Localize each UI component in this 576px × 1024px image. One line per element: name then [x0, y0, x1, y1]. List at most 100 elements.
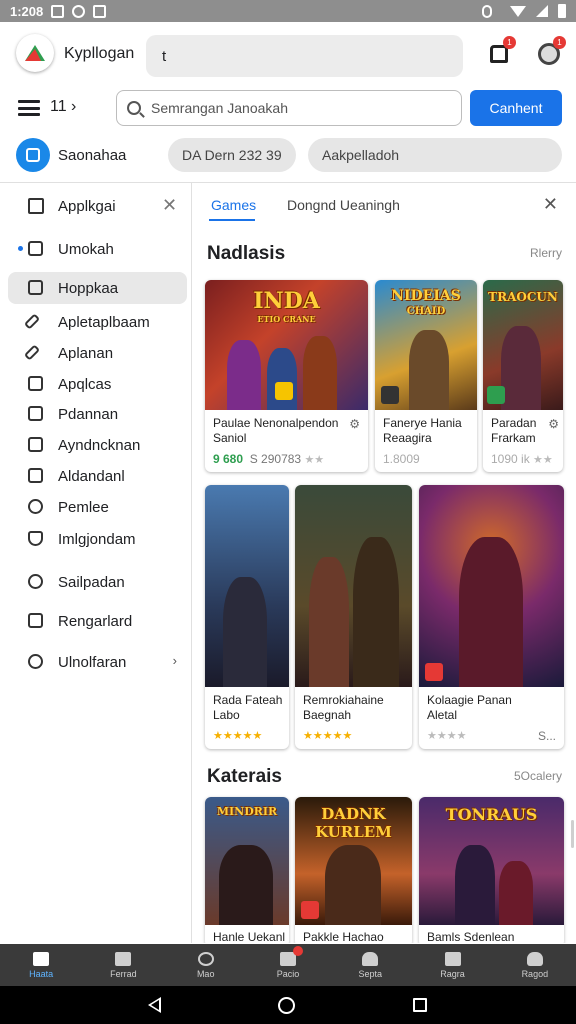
notifications-button[interactable]: 1 [484, 36, 516, 69]
sidebar-item-4[interactable]: Apqlcas [8, 368, 187, 400]
game-title: Bamls Sdenlean [427, 930, 515, 943]
nav-label: Pacio [276, 968, 300, 979]
sidebar-item-8[interactable]: Pemlee [8, 491, 187, 523]
app-title: Kypllogan [64, 45, 135, 62]
library-icon [115, 951, 132, 966]
nav-cloud[interactable]: Septa [329, 944, 411, 986]
close-icon[interactable]: ✕ [162, 195, 177, 216]
tab-games[interactable]: Games [211, 197, 256, 213]
sidebar-item-label: Pdannan [58, 406, 119, 423]
sidebar-item-1[interactable]: Hoppkaa [8, 272, 187, 304]
nav-chat[interactable]: Mao [165, 944, 247, 986]
game-art: TRAOCUN [483, 280, 563, 410]
character-figure [219, 845, 273, 925]
sidebar-item-2[interactable]: Apletaplbaam [8, 306, 187, 338]
game-card[interactable]: NIDEIAS CHAID Fanerye Hania Reaagira 1.8… [375, 280, 477, 472]
sidebar-item-6[interactable]: Ayndncknan [8, 429, 187, 461]
art-subtitle: ETIO CRANE [257, 314, 316, 324]
sidebar-item-10[interactable]: Sailpadan [8, 566, 187, 598]
tab-other[interactable]: Dongnd Ueaningh [287, 197, 400, 213]
box-icon [28, 406, 43, 421]
download-count: 1090 ik [491, 452, 530, 466]
filter-chip-1[interactable]: DA Dern 232 39 [168, 138, 296, 172]
character-figure [325, 845, 381, 925]
nav-profile[interactable]: Ragod [494, 944, 576, 986]
nav-house[interactable]: Pacio [247, 944, 329, 986]
app-logo[interactable] [16, 34, 54, 72]
rating-stars: ★★★★ [427, 730, 467, 742]
status-bar: 1:208 [0, 0, 576, 22]
game-card[interactable]: TONRAUS Bamls Sdenlean [419, 797, 564, 943]
game-art: TONRAUS [419, 797, 564, 925]
section-title-1: Nadlasis [207, 243, 286, 264]
section-more-1[interactable]: Rlerry [530, 246, 562, 260]
account-avatar[interactable] [16, 138, 50, 172]
tab-bar: Games Dongnd Ueaningh ✕ [193, 183, 576, 229]
home-button-icon[interactable] [278, 997, 295, 1014]
game-subtitle: Frarkam [491, 431, 536, 445]
edit-icon [28, 437, 43, 452]
person-icon [526, 951, 543, 966]
game-title: Hanle Uekanl [213, 930, 286, 943]
sidebar-item-label: Apletaplbaam [58, 314, 150, 331]
shield-icon [28, 531, 43, 546]
close-icon[interactable]: ✕ [543, 194, 558, 215]
filter-chip-2[interactable]: Aakpelladoh [308, 138, 562, 172]
nav-document[interactable]: Ragra [411, 944, 493, 986]
game-title: Fanerye Hania [383, 416, 462, 430]
nav-library[interactable]: Ferrad [82, 944, 164, 986]
pencil-icon [23, 313, 41, 330]
nav-label: Haata [29, 968, 54, 979]
gear-icon[interactable]: ⚙ [349, 417, 360, 431]
cloud-icon [362, 951, 379, 966]
game-card[interactable]: Rada Fateah Labo ★★★★★ [205, 485, 289, 749]
sidebar-item-5[interactable]: Pdannan [8, 398, 187, 430]
game-art [419, 485, 564, 687]
search-toolbar: 11 › Semrangan Janoakah Canhent [0, 88, 576, 128]
sidebar-item-7[interactable]: Aldandanl [8, 460, 187, 492]
section-more-3[interactable]: 5Ocalery [514, 769, 562, 783]
bottom-navigation: Haata Ferrad Mao Pacio Septa Ragra Ragod [0, 944, 576, 986]
nav-label: Ragra [440, 968, 465, 979]
sidebar-item-label: Pemlee [58, 499, 109, 516]
game-card[interactable]: TRAOCUN Paradan Frarkam ⚙ 1090 ik ★★ [483, 280, 563, 472]
sidebar-item-11[interactable]: Rengarlard [8, 605, 187, 637]
top-search-field[interactable]: t [146, 35, 463, 77]
scrollbar[interactable] [571, 820, 574, 848]
game-card[interactable]: INDA ETIO CRANE Paulae Nenonalpendon San… [205, 280, 368, 472]
profile-badge: 1 [553, 36, 566, 49]
image-icon [51, 4, 65, 18]
game-card[interactable]: Remrokiahaine Baegnah ★★★★★ [295, 485, 412, 749]
art-title: INDA [253, 288, 320, 314]
battery-icon [558, 4, 566, 18]
art-subtitle: CHAID [406, 306, 446, 317]
menu-icon[interactable] [18, 100, 40, 116]
nav-home[interactable]: Haata [0, 944, 82, 986]
recents-icon[interactable] [413, 998, 427, 1012]
search-button[interactable]: Canhent [470, 90, 562, 126]
art-title: DADNK KURLEM [315, 805, 392, 841]
sidebar-item-label: Apqlcas [58, 376, 112, 393]
sidebar-item-12[interactable]: Ulnolfaran › [8, 646, 187, 678]
game-art: INDA ETIO CRANE [205, 280, 368, 410]
publisher-icon [425, 663, 443, 681]
clock: 1:208 [10, 3, 44, 19]
signal-icon [536, 5, 548, 17]
gear-icon[interactable]: ⚙ [548, 417, 559, 431]
character-figure [353, 537, 399, 687]
sidebar-item-9[interactable]: Imlgjondam [8, 523, 187, 555]
game-card[interactable]: MINDRIR Hanle Uekanl [205, 797, 289, 943]
download-count: 1.8009 [383, 452, 420, 466]
game-card[interactable]: Kolaagie Panan Aletal ★★★★ S... [419, 485, 564, 749]
back-icon[interactable] [148, 997, 161, 1013]
search-input[interactable]: Semrangan Janoakah [116, 90, 462, 126]
art-title: MINDRIR [216, 805, 278, 818]
game-card[interactable]: DADNK KURLEM Pakkle Hachao [295, 797, 412, 943]
game-title: Kolaagie Panan [427, 693, 512, 707]
sidebar-item-3[interactable]: Aplanan [8, 337, 187, 369]
profile-button[interactable]: 1 [534, 36, 566, 69]
sidebar-item-0[interactable]: Umokah [8, 233, 187, 265]
breadcrumb[interactable]: 11 › [50, 98, 76, 116]
game-art: DADNK KURLEM [295, 797, 412, 925]
rating-value: 9 680 [213, 452, 244, 466]
